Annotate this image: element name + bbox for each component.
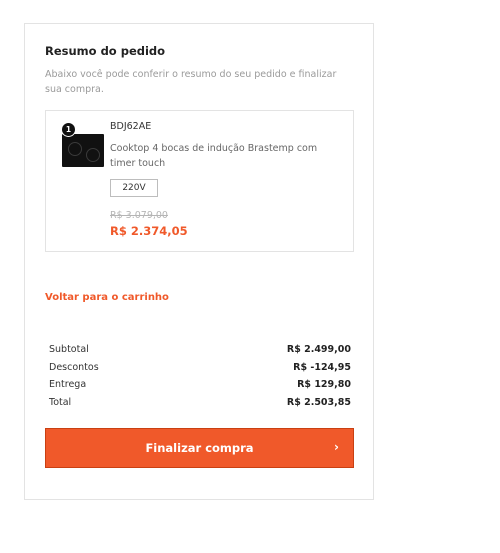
sale-price: R$ 2.374,05 bbox=[110, 224, 188, 238]
totals-row-total: Total R$ 2.503,85 bbox=[49, 395, 351, 413]
totals-value: R$ -124,95 bbox=[293, 361, 351, 373]
totals-label: Entrega bbox=[49, 379, 87, 390]
totals-row-discounts: Descontos R$ -124,95 bbox=[49, 360, 351, 378]
totals-value: R$ 2.503,85 bbox=[286, 396, 351, 408]
checkout-button-label: Finalizar compra bbox=[145, 441, 254, 455]
totals-label: Total bbox=[49, 396, 72, 408]
order-summary-description: Abaixo você pode conferir o resumo do se… bbox=[45, 69, 337, 95]
product-thumbnail[interactable] bbox=[62, 134, 104, 167]
totals-value: R$ 129,80 bbox=[297, 379, 351, 390]
order-summary-panel: Resumo do pedido Abaixo você pode confer… bbox=[24, 23, 374, 500]
quantity-badge: 1 bbox=[61, 122, 76, 137]
totals-row-subtotal: Subtotal R$ 2.499,00 bbox=[49, 342, 351, 360]
product-name[interactable]: Cooktop 4 bocas de indução Brastemp com … bbox=[110, 141, 345, 171]
order-summary-title: Resumo do pedido bbox=[45, 44, 166, 58]
totals-label: Descontos bbox=[49, 361, 99, 373]
totals-value: R$ 2.499,00 bbox=[286, 344, 351, 355]
cart-item-card: 1 BDJ62AE Cooktop 4 bocas de indução Bra… bbox=[45, 110, 354, 252]
order-totals: Subtotal R$ 2.499,00 Descontos R$ -124,9… bbox=[49, 342, 351, 412]
totals-row-shipping: Entrega R$ 129,80 bbox=[49, 377, 351, 395]
totals-label: Subtotal bbox=[49, 344, 89, 355]
back-to-cart-link[interactable]: Voltar para o carrinho bbox=[45, 292, 169, 303]
checkout-button[interactable]: Finalizar compra › bbox=[45, 428, 354, 468]
chevron-right-icon: › bbox=[334, 440, 339, 454]
voltage-option: 220V bbox=[110, 179, 158, 197]
cooktop-burner-icon bbox=[86, 148, 100, 162]
original-price: R$ 3.079,00 bbox=[110, 210, 168, 221]
cooktop-burner-icon bbox=[68, 142, 82, 156]
product-sku: BDJ62AE bbox=[110, 121, 152, 132]
